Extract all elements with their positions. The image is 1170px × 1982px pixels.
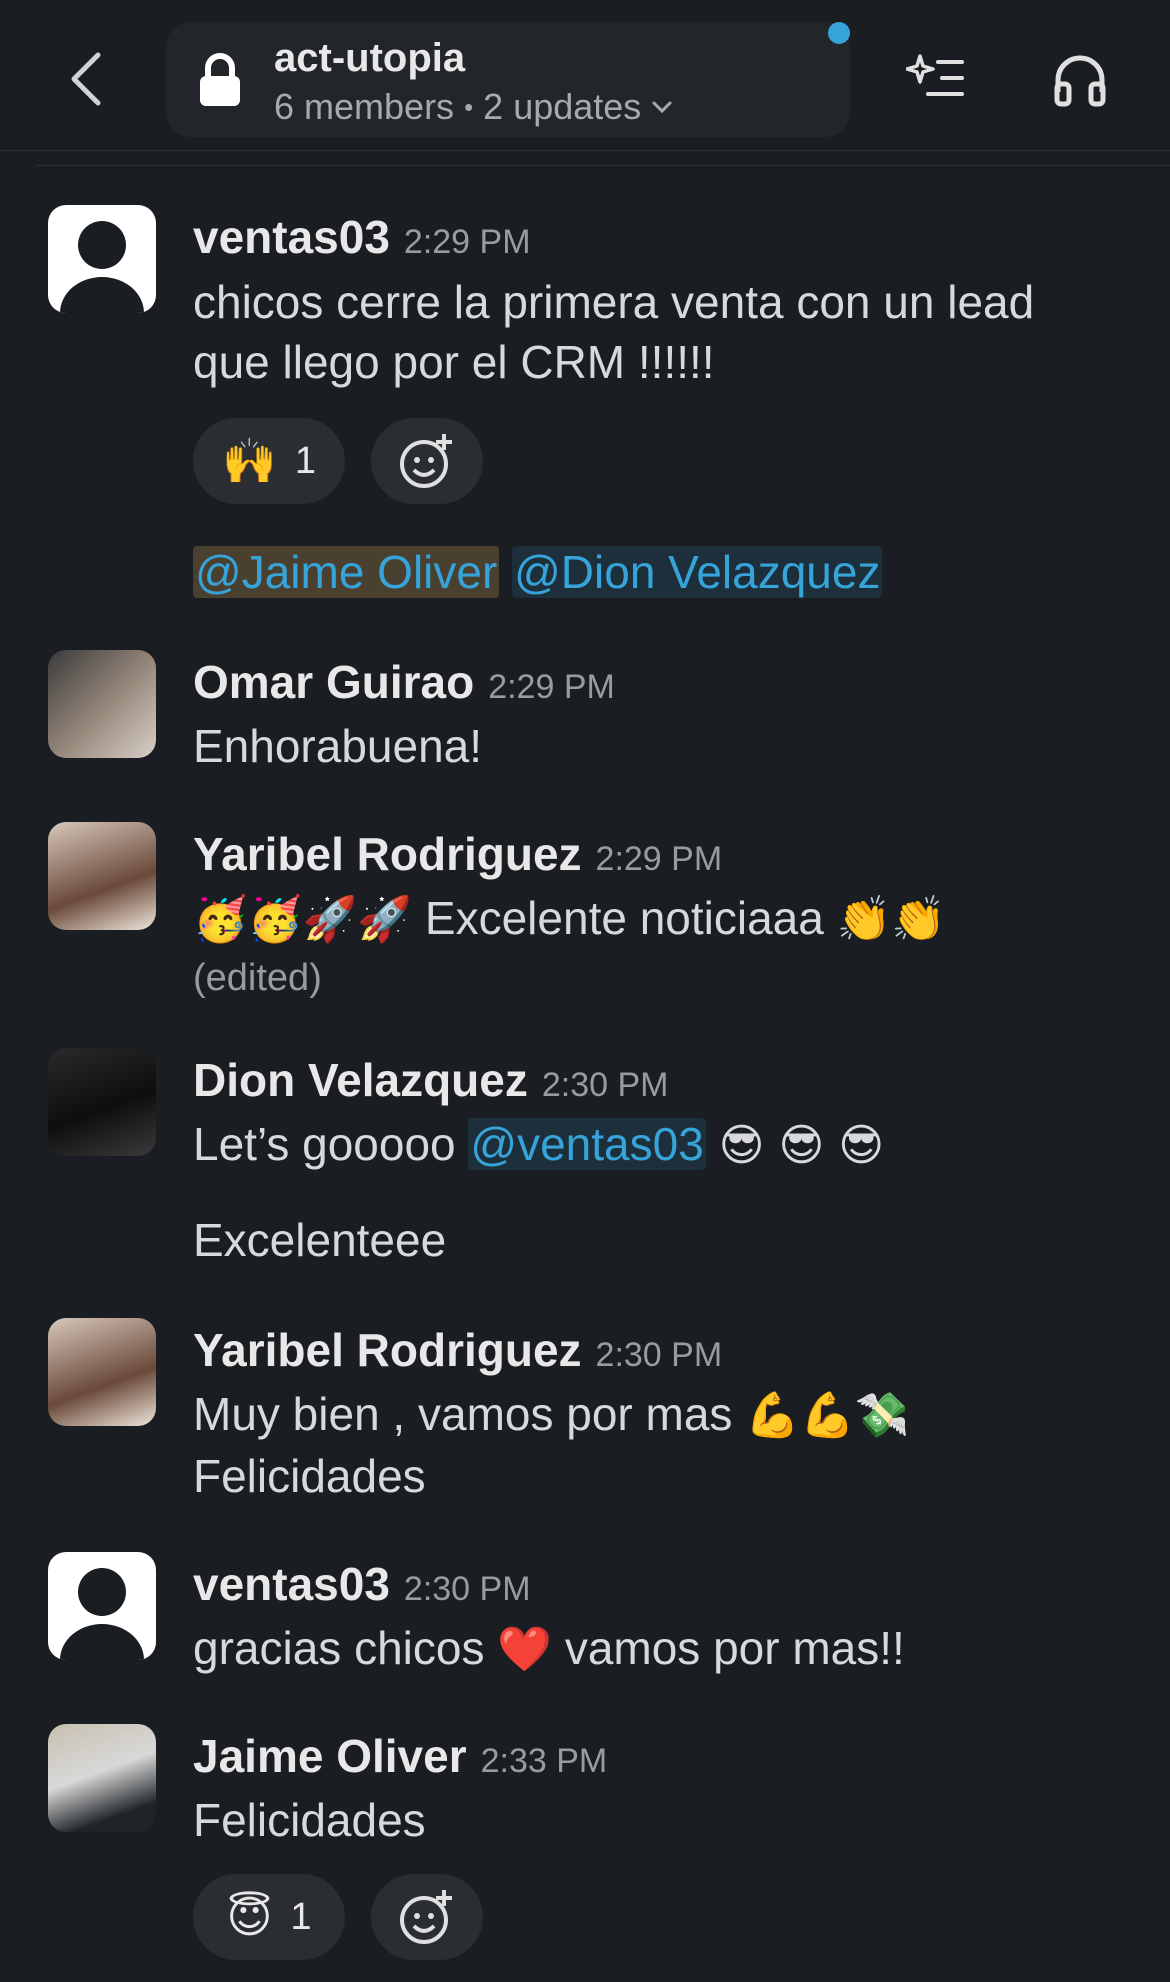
message-text: 🥳🥳🚀🚀 Excelente noticiaaa 👏👏 bbox=[193, 888, 946, 950]
mentions-line: @Jaime Oliver @Dion Velazquez bbox=[193, 542, 883, 602]
header-divider bbox=[36, 165, 1170, 166]
avatar[interactable] bbox=[48, 650, 156, 758]
lock-icon bbox=[200, 53, 240, 106]
member-count: 6 members bbox=[274, 86, 455, 127]
clapping-emojis: 👏👏 bbox=[836, 894, 947, 945]
author-name[interactable]: Yaribel Rodriguez bbox=[193, 1323, 582, 1377]
avatar[interactable] bbox=[48, 1552, 156, 1660]
headphones-icon[interactable] bbox=[1052, 52, 1108, 108]
message-text: Excelenteee bbox=[193, 1214, 447, 1266]
avatar[interactable] bbox=[48, 1318, 156, 1426]
channel-info-button[interactable]: act-utopia 6 members • 2 updates bbox=[166, 22, 850, 137]
author-name[interactable]: ventas03 bbox=[193, 1557, 390, 1611]
raised-hands-emoji: 🙌 bbox=[222, 436, 277, 487]
reaction-pill[interactable]: 🙌 1 bbox=[193, 418, 345, 504]
author-name[interactable]: Jaime Oliver bbox=[193, 1729, 467, 1783]
timestamp: 2:33 PM bbox=[480, 1742, 608, 1780]
user-mention[interactable]: @Jaime Oliver bbox=[193, 546, 500, 598]
message-text: chicos cerre la primera venta con un lea… bbox=[193, 272, 1034, 392]
back-button[interactable] bbox=[58, 44, 114, 114]
ai-summary-icon[interactable] bbox=[906, 52, 966, 104]
chevron-left-icon bbox=[71, 52, 101, 106]
message-text: Enhorabuena! bbox=[193, 720, 483, 772]
sunglasses-emojis: 😎 😎 😎 bbox=[718, 1120, 885, 1171]
muscle-money-emojis: 💪💪💸 bbox=[745, 1390, 910, 1441]
message-body: Let’s gooooo bbox=[193, 1118, 456, 1170]
message-text: gracias chicos ❤️ vamos por mas!! bbox=[193, 1618, 905, 1680]
default-user-icon bbox=[60, 221, 144, 313]
chevron-down-icon bbox=[652, 101, 672, 114]
default-user-icon bbox=[60, 1568, 144, 1660]
message-text: Muy bien , vamos por mas 💪💪💸 Felicidades bbox=[193, 1384, 910, 1506]
timestamp: 2:29 PM bbox=[595, 840, 723, 878]
message-line: Felicidades bbox=[193, 1450, 426, 1502]
message-text: Felicidades bbox=[193, 1794, 426, 1846]
updates-count: 2 updates bbox=[483, 86, 642, 127]
add-reaction-button[interactable] bbox=[371, 1874, 483, 1960]
heart-emoji: ❤️ bbox=[497, 1624, 553, 1675]
separator: • bbox=[464, 91, 474, 122]
author-name[interactable]: Dion Velazquez bbox=[193, 1053, 528, 1107]
add-emoji-icon bbox=[400, 1890, 452, 1944]
avatar[interactable] bbox=[48, 1048, 156, 1156]
avatar[interactable] bbox=[48, 822, 156, 930]
timestamp: 2:30 PM bbox=[541, 1066, 669, 1104]
party-rocket-emojis: 🥳🥳🚀🚀 bbox=[193, 894, 413, 945]
message-text: Let’s gooooo @ventas03 😎 😎 😎 bbox=[193, 1114, 884, 1176]
notification-dot bbox=[828, 22, 850, 44]
reaction-count: 1 bbox=[290, 1895, 312, 1938]
channel-meta[interactable]: 6 members • 2 updates bbox=[274, 86, 673, 128]
author-name[interactable]: Omar Guirao bbox=[193, 655, 474, 709]
add-reaction-button[interactable] bbox=[371, 418, 483, 504]
author-name[interactable]: Yaribel Rodriguez bbox=[193, 827, 582, 881]
edited-label: (edited) bbox=[193, 957, 322, 999]
message-line: que llego por el CRM !!!!!! bbox=[193, 336, 715, 388]
message-body: Muy bien , vamos por mas bbox=[193, 1388, 733, 1440]
reaction-pill[interactable]: 😇 1 bbox=[193, 1874, 345, 1960]
message-body: vamos por mas!! bbox=[564, 1622, 905, 1674]
add-emoji-icon bbox=[400, 434, 452, 488]
user-mention[interactable]: @Dion Velazquez bbox=[512, 546, 883, 598]
timestamp: 2:30 PM bbox=[403, 1570, 531, 1608]
channel-name: act-utopia bbox=[274, 36, 466, 80]
channel-header: act-utopia 6 members • 2 updates bbox=[0, 0, 1170, 151]
timestamp: 2:29 PM bbox=[403, 223, 531, 261]
message-body: Excelente noticiaaa bbox=[424, 892, 824, 944]
halo-emoji: 😇 bbox=[226, 1891, 273, 1943]
reaction-count: 1 bbox=[294, 439, 316, 482]
user-mention[interactable]: @ventas03 bbox=[468, 1118, 706, 1170]
author-name[interactable]: ventas03 bbox=[193, 210, 390, 264]
avatar[interactable] bbox=[48, 205, 156, 313]
avatar[interactable] bbox=[48, 1724, 156, 1832]
message-body: gracias chicos bbox=[193, 1622, 485, 1674]
timestamp: 2:30 PM bbox=[595, 1336, 723, 1374]
message-line: chicos cerre la primera venta con un lea… bbox=[193, 276, 1035, 328]
message-line: Muy bien , vamos por mas 💪💪💸 bbox=[193, 1384, 910, 1446]
timestamp: 2:29 PM bbox=[488, 668, 615, 706]
